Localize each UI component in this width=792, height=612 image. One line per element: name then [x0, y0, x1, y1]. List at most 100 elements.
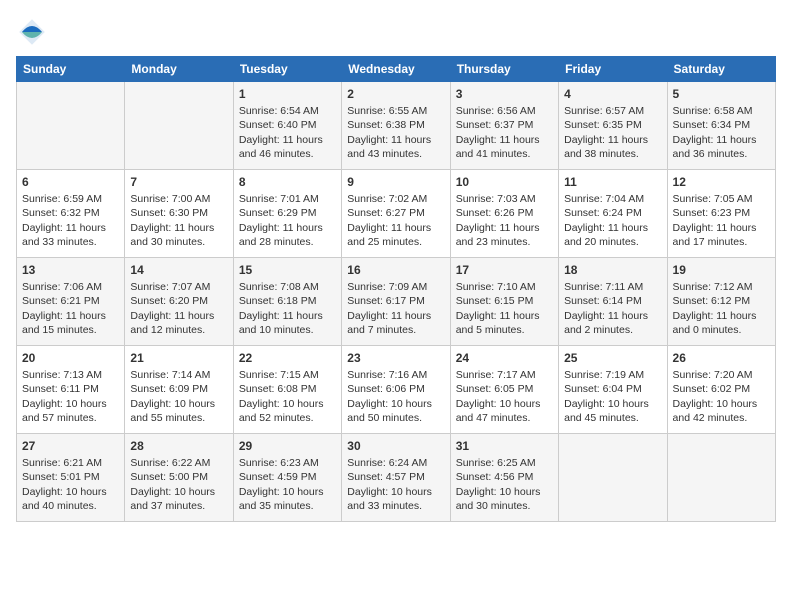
calendar-cell: 8Sunrise: 7:01 AMSunset: 6:29 PMDaylight…	[233, 170, 341, 258]
calendar-cell: 22Sunrise: 7:15 AMSunset: 6:08 PMDayligh…	[233, 346, 341, 434]
day-info: Daylight: 11 hours and 12 minutes.	[130, 309, 227, 337]
day-number: 9	[347, 174, 444, 190]
calendar-cell: 15Sunrise: 7:08 AMSunset: 6:18 PMDayligh…	[233, 258, 341, 346]
day-info: Sunset: 6:24 PM	[564, 206, 661, 220]
calendar-cell: 18Sunrise: 7:11 AMSunset: 6:14 PMDayligh…	[559, 258, 667, 346]
day-info: Daylight: 11 hours and 30 minutes.	[130, 221, 227, 249]
day-info: Sunrise: 7:00 AM	[130, 192, 227, 206]
day-info: Sunset: 6:14 PM	[564, 294, 661, 308]
day-info: Sunrise: 7:04 AM	[564, 192, 661, 206]
day-info: Sunset: 6:17 PM	[347, 294, 444, 308]
day-info: Daylight: 11 hours and 23 minutes.	[456, 221, 553, 249]
day-info: Sunrise: 7:01 AM	[239, 192, 336, 206]
header-monday: Monday	[125, 57, 233, 82]
day-number: 29	[239, 438, 336, 454]
day-info: Sunset: 6:34 PM	[673, 118, 770, 132]
day-info: Sunrise: 6:23 AM	[239, 456, 336, 470]
day-info: Sunrise: 7:15 AM	[239, 368, 336, 382]
day-info: Sunset: 6:32 PM	[22, 206, 119, 220]
calendar-cell	[125, 82, 233, 170]
day-info: Sunrise: 7:17 AM	[456, 368, 553, 382]
calendar-cell	[17, 82, 125, 170]
day-info: Daylight: 10 hours and 52 minutes.	[239, 397, 336, 425]
logo	[16, 16, 52, 48]
day-number: 17	[456, 262, 553, 278]
day-number: 22	[239, 350, 336, 366]
day-number: 25	[564, 350, 661, 366]
calendar-cell: 24 Sunrise: 7:17 AMSunset: 6:05 PMDayligh…	[450, 346, 558, 434]
day-info: Sunset: 4:59 PM	[239, 470, 336, 484]
day-info: Sunset: 6:04 PM	[564, 382, 661, 396]
day-info: Daylight: 11 hours and 33 minutes.	[22, 221, 119, 249]
calendar-cell: 20Sunrise: 7:13 AMSunset: 6:11 PMDayligh…	[17, 346, 125, 434]
day-info: Daylight: 11 hours and 5 minutes.	[456, 309, 553, 337]
calendar-cell: 14Sunrise: 7:07 AMSunset: 6:20 PMDayligh…	[125, 258, 233, 346]
day-info: Sunrise: 7:10 AM	[456, 280, 553, 294]
week-row-4: 27Sunrise: 6:21 AMSunset: 5:01 PMDayligh…	[17, 434, 776, 522]
day-number: 31	[456, 438, 553, 454]
day-info: Daylight: 11 hours and 41 minutes.	[456, 133, 553, 161]
week-row-2: 13Sunrise: 7:06 AMSunset: 6:21 PMDayligh…	[17, 258, 776, 346]
day-info: Daylight: 10 hours and 50 minutes.	[347, 397, 444, 425]
calendar-cell: 30Sunrise: 6:24 AMSunset: 4:57 PMDayligh…	[342, 434, 450, 522]
day-info: Sunrise: 7:08 AM	[239, 280, 336, 294]
day-info: Sunrise: 7:12 AM	[673, 280, 770, 294]
calendar-cell: 5Sunrise: 6:58 AMSunset: 6:34 PMDaylight…	[667, 82, 775, 170]
day-number: 6	[22, 174, 119, 190]
day-info: Sunrise: 7:02 AM	[347, 192, 444, 206]
day-info: Sunset: 6:23 PM	[673, 206, 770, 220]
day-info: Sunset: 6:15 PM	[456, 294, 553, 308]
day-info: Sunrise: 7:13 AM	[22, 368, 119, 382]
day-info: Sunset: 6:37 PM	[456, 118, 553, 132]
day-info: Sunrise: 7:09 AM	[347, 280, 444, 294]
day-info: Sunrise: 6:55 AM	[347, 104, 444, 118]
header-saturday: Saturday	[667, 57, 775, 82]
day-number: 16	[347, 262, 444, 278]
day-info: Sunset: 6:26 PM	[456, 206, 553, 220]
day-info: Sunset: 6:21 PM	[22, 294, 119, 308]
header-thursday: Thursday	[450, 57, 558, 82]
day-info: Sunset: 6:18 PM	[239, 294, 336, 308]
calendar-cell: 11Sunrise: 7:04 AMSunset: 6:24 PMDayligh…	[559, 170, 667, 258]
calendar-cell: 21Sunrise: 7:14 AMSunset: 6:09 PMDayligh…	[125, 346, 233, 434]
day-info: Daylight: 10 hours and 47 minutes.	[456, 397, 553, 425]
day-info: Sunset: 6:20 PM	[130, 294, 227, 308]
calendar-cell: 17 Sunrise: 7:10 AMSunset: 6:15 PMDayligh…	[450, 258, 558, 346]
day-number: 19	[673, 262, 770, 278]
calendar-cell: 29 Sunrise: 6:23 AMSunset: 4:59 PMDayligh…	[233, 434, 341, 522]
day-info: Sunrise: 7:06 AM	[22, 280, 119, 294]
day-info: Daylight: 10 hours and 37 minutes.	[130, 485, 227, 513]
day-number: 20	[22, 350, 119, 366]
day-info: Sunset: 4:57 PM	[347, 470, 444, 484]
calendar-cell: 4Sunrise: 6:57 AMSunset: 6:35 PMDaylight…	[559, 82, 667, 170]
day-info: Sunset: 6:12 PM	[673, 294, 770, 308]
day-number: 26	[673, 350, 770, 366]
day-info: Sunset: 4:56 PM	[456, 470, 553, 484]
day-number: 2	[347, 86, 444, 102]
day-info: Sunrise: 6:56 AM	[456, 104, 553, 118]
day-number: 30	[347, 438, 444, 454]
day-info: Sunrise: 6:54 AM	[239, 104, 336, 118]
calendar-cell: 1Sunrise: 6:54 AMSunset: 6:40 PMDaylight…	[233, 82, 341, 170]
day-info: Daylight: 11 hours and 10 minutes.	[239, 309, 336, 337]
day-info: Sunset: 5:01 PM	[22, 470, 119, 484]
header-sunday: Sunday	[17, 57, 125, 82]
day-info: Sunset: 6:35 PM	[564, 118, 661, 132]
week-row-1: 6Sunrise: 6:59 AMSunset: 6:32 PMDaylight…	[17, 170, 776, 258]
day-number: 11	[564, 174, 661, 190]
day-info: Sunrise: 7:05 AM	[673, 192, 770, 206]
day-info: Daylight: 10 hours and 42 minutes.	[673, 397, 770, 425]
day-number: 18	[564, 262, 661, 278]
day-info: Daylight: 10 hours and 35 minutes.	[239, 485, 336, 513]
calendar-cell	[667, 434, 775, 522]
day-info: Daylight: 11 hours and 15 minutes.	[22, 309, 119, 337]
day-info: Sunset: 6:05 PM	[456, 382, 553, 396]
day-info: Sunset: 6:38 PM	[347, 118, 444, 132]
calendar-cell: 13Sunrise: 7:06 AMSunset: 6:21 PMDayligh…	[17, 258, 125, 346]
calendar-cell: 9Sunrise: 7:02 AMSunset: 6:27 PMDaylight…	[342, 170, 450, 258]
day-info: Daylight: 11 hours and 43 minutes.	[347, 133, 444, 161]
day-info: Sunrise: 6:58 AM	[673, 104, 770, 118]
day-number: 24	[456, 350, 553, 366]
day-info: Sunrise: 7:16 AM	[347, 368, 444, 382]
day-number: 27	[22, 438, 119, 454]
